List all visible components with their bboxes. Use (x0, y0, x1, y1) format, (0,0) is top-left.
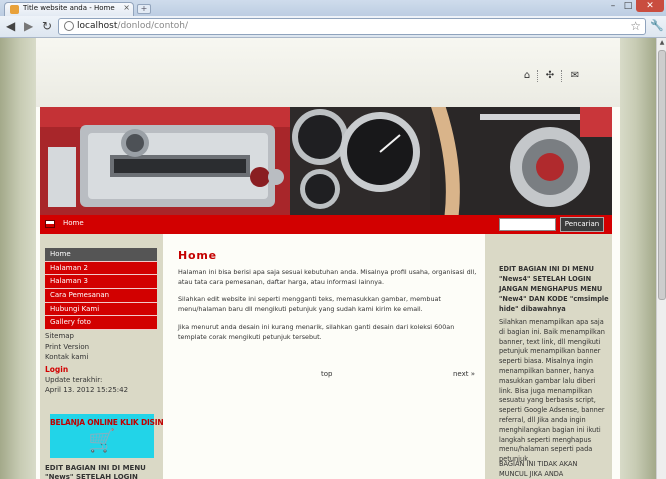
login-link[interactable]: Login (45, 365, 68, 374)
nav-home-link[interactable]: Home (63, 219, 84, 227)
main-content: Home Halaman ini bisa berisi apa saja se… (163, 234, 485, 479)
search-button[interactable]: Pencarian (560, 217, 604, 232)
site-header: ⌂ ✣ ✉ (36, 38, 620, 107)
page-info-icon[interactable] (64, 21, 74, 31)
kontak-kami-link[interactable]: Kontak kami (45, 352, 89, 363)
browser-toolbar: ◀ ▶ ↻ localhost/donlod/contoh/ ☆ 🔧 (0, 16, 666, 38)
header-banner-image (40, 107, 612, 215)
right-sidebar: EDIT BAGIAN INI DI MENU "News4" SETELAH … (485, 234, 612, 479)
content-paragraph: Silahkan edit website ini seperti mengga… (178, 295, 441, 313)
wrench-menu-icon[interactable]: 🔧 (650, 19, 664, 32)
header-divider (561, 70, 562, 82)
left-sidebar: Home Halaman 2 Halaman 3 Cara Pemesanan … (40, 234, 167, 479)
browser-titlebar: Title website anda - Home × + – □ ✕ (0, 0, 666, 16)
sidebar-item-halaman-2[interactable]: Halaman 2 (45, 261, 157, 276)
maximize-icon[interactable]: □ (621, 0, 635, 12)
bookmark-star-icon[interactable]: ☆ (630, 19, 641, 33)
flag-icon (46, 221, 54, 227)
update-label: Update terakhir: (45, 376, 103, 384)
vertical-scrollbar[interactable]: ▲ (656, 38, 666, 479)
main-navbar: Home Pencarian (40, 215, 612, 234)
sidebar-item-halaman-3[interactable]: Halaman 3 (45, 275, 157, 290)
tab-title: Title website anda - Home (23, 4, 115, 12)
right-sidebar-text: Silahkan menampilkan apa saja di bagian … (499, 318, 605, 464)
sidebar-menu: Home Halaman 2 Halaman 3 Cara Pemesanan … (45, 248, 157, 331)
favicon-icon (10, 5, 19, 14)
update-date: April 13. 2012 15:25:42 (45, 385, 129, 394)
content-paragraph: Jika menurut anda desain ini kurang mena… (178, 323, 455, 341)
forward-arrow-icon[interactable]: ▶ (24, 19, 33, 33)
content-paragraph: Halaman ini bisa berisi apa saja sesuai … (178, 268, 477, 286)
scroll-up-arrow-icon[interactable]: ▲ (658, 39, 666, 47)
new-tab-button[interactable]: + (137, 4, 151, 14)
right-sidebar-footer: BAGIAN INI TIDAK AKAN MUNCUL JIKA ANDA (499, 460, 578, 478)
header-divider (537, 70, 538, 82)
url-host: localhost (77, 21, 118, 31)
url-path: /donlod/contoh/ (117, 21, 189, 31)
page-viewport: ⌂ ✣ ✉ Home Pencarian Home Halaman 2 Hala… (0, 38, 656, 479)
right-sidebar-heading: EDIT BAGIAN INI DI MENU "News4" SETELAH … (499, 265, 609, 313)
scrollbar-thumb[interactable] (658, 50, 666, 300)
ad-text: BELANJA ONLINE KLIK DISINI (50, 418, 167, 427)
tab-close-icon[interactable]: × (123, 3, 130, 12)
last-update: Update terakhir: April 13. 2012 15:25:42 (45, 376, 128, 395)
browser-tab[interactable]: Title website anda - Home × (4, 2, 134, 16)
sidebar-item-gallery-foto[interactable]: Gallery foto (45, 316, 157, 331)
sitemap-link[interactable]: Sitemap (45, 331, 89, 342)
car-dashboard-image (40, 107, 612, 215)
back-arrow-icon[interactable]: ◀ (6, 19, 15, 33)
sidebar-news-note: EDIT BAGIAN INI DI MENU "News" SETELAH L… (45, 464, 146, 479)
reload-icon[interactable]: ↻ (42, 19, 52, 33)
shop-online-ad[interactable]: BELANJA ONLINE KLIK DISINI 🛒 (50, 414, 167, 458)
next-link[interactable]: next » (453, 370, 475, 378)
mail-icon[interactable]: ✉ (569, 70, 581, 82)
shopping-cart-icon: 🛒 (88, 429, 116, 454)
sitemap-icon[interactable]: ✣ (544, 70, 556, 82)
search-input[interactable] (499, 218, 556, 231)
address-bar[interactable]: localhost/donlod/contoh/ ☆ (58, 18, 646, 35)
print-version-link[interactable]: Print Version (45, 342, 89, 353)
sidebar-item-home[interactable]: Home (45, 248, 157, 262)
home-icon[interactable]: ⌂ (521, 70, 533, 82)
sidebar-item-hubungi-kami[interactable]: Hubungi Kami (45, 302, 157, 317)
top-link[interactable]: top (321, 370, 332, 378)
sidebar-item-cara-pemesanan[interactable]: Cara Pemesanan (45, 289, 157, 303)
address-url[interactable]: localhost/donlod/contoh/ (77, 21, 188, 31)
sidebar-sub-links: Sitemap Print Version Kontak kami (45, 331, 89, 363)
page-title: Home (178, 249, 217, 262)
site-container: ⌂ ✣ ✉ Home Pencarian Home Halaman 2 Hala… (36, 38, 620, 479)
close-window-icon[interactable]: ✕ (636, 0, 664, 12)
minimize-icon[interactable]: – (606, 0, 620, 12)
